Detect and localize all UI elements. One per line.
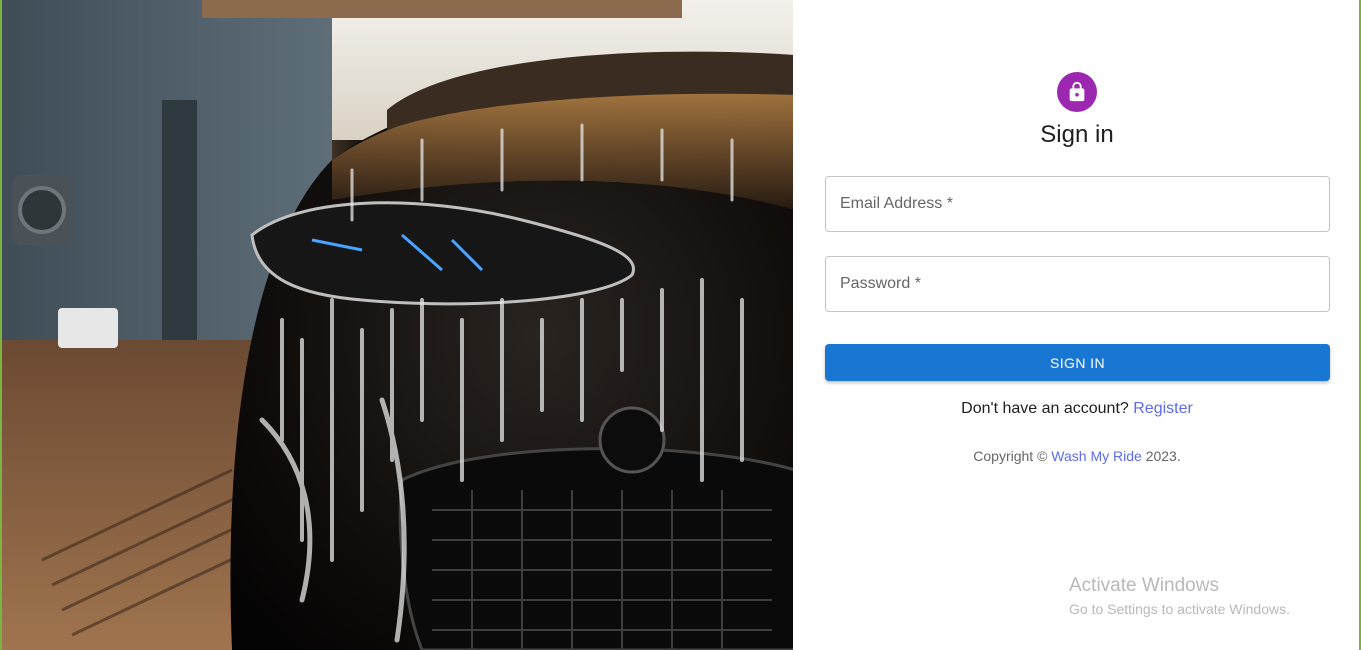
lock-icon xyxy=(1069,81,1085,102)
page-title: Sign in xyxy=(1040,121,1114,148)
brand-link[interactable]: Wash My Ride xyxy=(1051,448,1142,464)
copyright-year: 2023. xyxy=(1145,448,1181,464)
windows-activation-watermark: Activate Windows Go to Settings to activ… xyxy=(1069,575,1290,617)
watermark-title: Activate Windows xyxy=(1069,575,1219,596)
register-row: Don't have an account? Register xyxy=(793,400,1361,418)
login-panel: Sign in Email Address * Password * SIGN … xyxy=(793,0,1361,650)
password-input[interactable] xyxy=(826,257,1329,311)
copyright-prefix: Copyright © xyxy=(973,448,1048,464)
copyright: Copyright © Wash My Ride 2023. xyxy=(793,448,1361,464)
register-link[interactable]: Register xyxy=(1133,400,1193,417)
hero-image xyxy=(0,0,793,650)
register-prompt: Don't have an account? xyxy=(961,400,1129,417)
sign-in-button[interactable]: SIGN IN xyxy=(825,344,1330,381)
watermark-subtitle: Go to Settings to activate Windows. xyxy=(1069,601,1290,617)
email-field[interactable]: Email Address * xyxy=(825,176,1330,232)
car-wash-illustration xyxy=(2,0,793,650)
lock-avatar xyxy=(1057,72,1097,112)
password-field[interactable]: Password * xyxy=(825,256,1330,312)
email-input[interactable] xyxy=(826,177,1329,231)
